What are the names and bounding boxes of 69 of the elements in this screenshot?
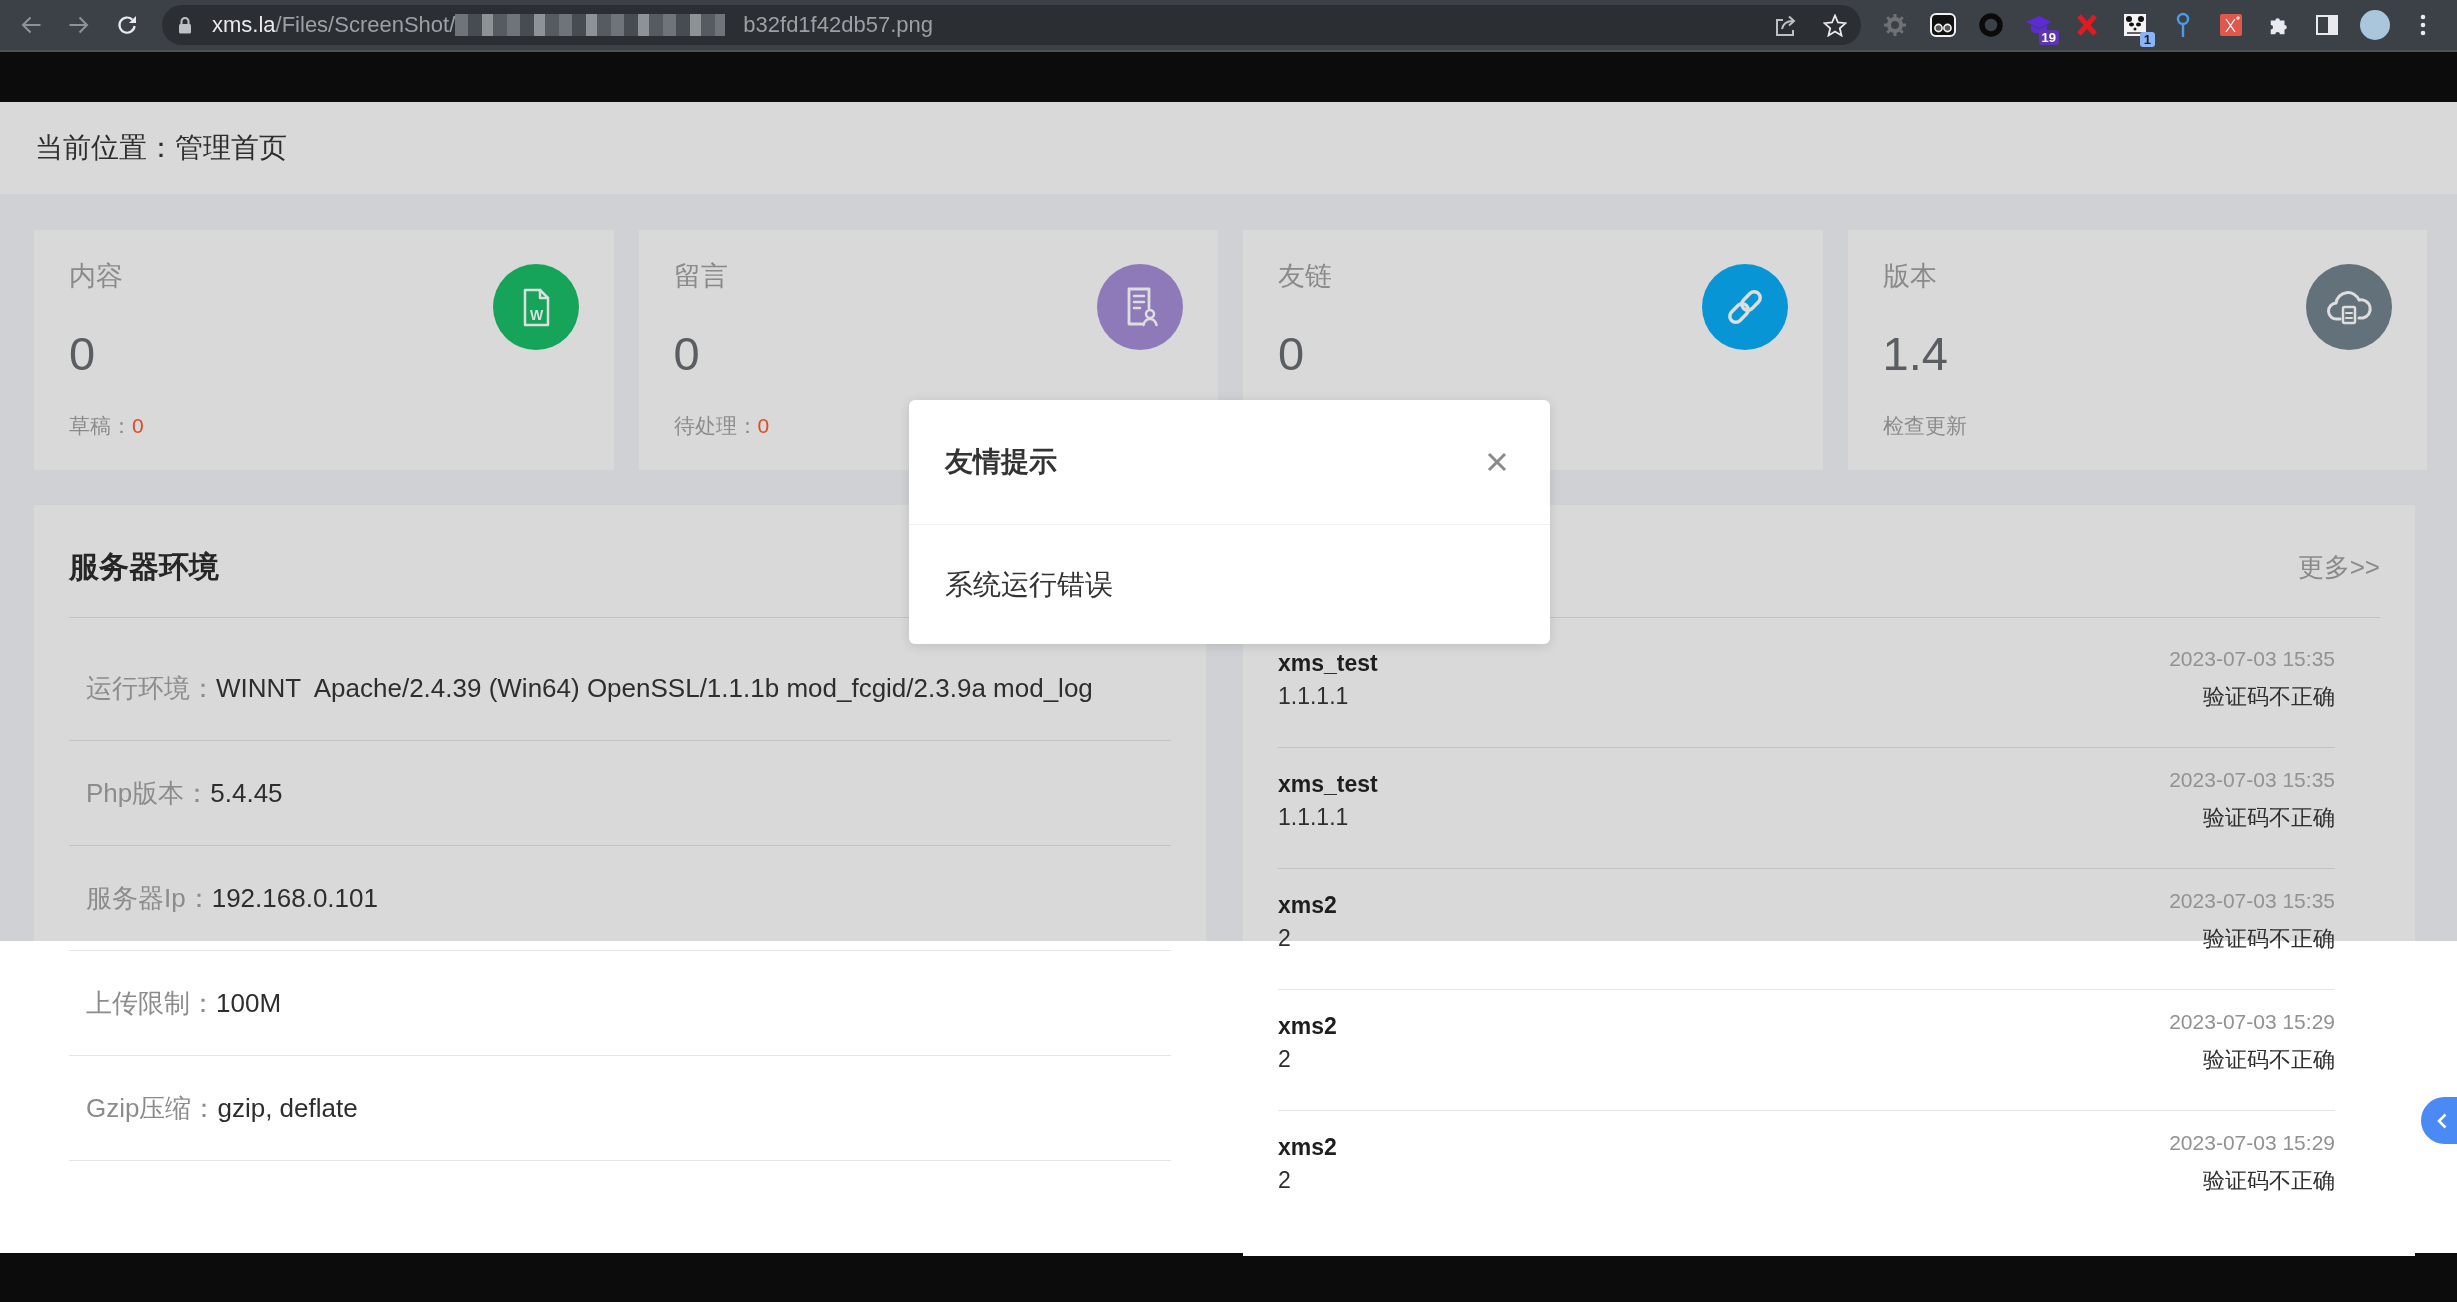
username: xms2 xyxy=(1278,1133,1337,1162)
info-value: 5.4.45 xyxy=(210,777,283,810)
reload-icon[interactable] xyxy=(117,15,137,35)
username: xms_test xyxy=(1278,770,1378,799)
username: xms2 xyxy=(1278,891,1337,920)
address-bar[interactable]: xms.la/Files/ScreenShot/ b32fd1f42db57.png xyxy=(162,5,1861,45)
ip-address: 1.1.1.1 xyxy=(1278,682,1349,711)
log-message: 验证码不正确 xyxy=(2203,1046,2335,1074)
log-time: 2023-07-03 15:29 xyxy=(2169,1009,2335,1035)
chevron-left-icon xyxy=(2437,1112,2447,1129)
info-value: gzip, deflate xyxy=(217,1092,358,1125)
document-icon: W xyxy=(492,264,579,350)
close-icon[interactable] xyxy=(1487,452,1507,472)
dialog-title: 友情提示 xyxy=(945,445,1057,479)
info-label: 运行环境： xyxy=(86,672,216,705)
stat-title: 内容 xyxy=(69,260,123,293)
log-message: 验证码不正确 xyxy=(2203,683,2335,711)
log-message: 验证码不正确 xyxy=(2203,1167,2335,1195)
log-time: 2023-07-03 15:29 xyxy=(2169,1130,2335,1156)
stat-title: 友链 xyxy=(1278,260,1332,293)
stat-number: 0 xyxy=(673,326,700,382)
breadcrumb-text: 当前位置：管理首页 xyxy=(35,131,287,165)
stat-number: 1.4 xyxy=(1882,326,1948,382)
lock-icon xyxy=(178,16,192,34)
footer-count: 0 xyxy=(132,413,144,439)
log-time: 2023-07-03 15:35 xyxy=(2169,646,2335,672)
stat-number: 0 xyxy=(69,326,96,382)
bookmark-star-icon[interactable] xyxy=(1823,13,1847,37)
extension-badge: 1 xyxy=(2139,32,2155,47)
stat-title: 版本 xyxy=(1882,260,1937,293)
side-panel-icon[interactable] xyxy=(2316,15,2338,35)
extension-badge: 19 xyxy=(2038,30,2059,45)
footer-count: 0 xyxy=(757,413,770,439)
info-value: 100M xyxy=(216,987,282,1020)
log-message: 验证码不正确 xyxy=(2203,925,2335,953)
more-menu-icon[interactable] xyxy=(2420,14,2426,36)
footer-label: 草稿： xyxy=(69,413,132,439)
crossed-box-icon[interactable] xyxy=(2219,13,2243,37)
info-label: Gzip压缩： xyxy=(86,1092,218,1125)
footer-label: 待处理： xyxy=(673,413,758,439)
stat-number: 0 xyxy=(1278,326,1305,382)
avatar-icon[interactable] xyxy=(2360,10,2390,40)
panda-icon[interactable] xyxy=(2123,13,2147,37)
info-value: WINNT Apache/2.4.39 (Win64) OpenSSL/1.1.1b mod_fcgid/2.3.9a mod_log xyxy=(216,672,1093,705)
ip-address: 2 xyxy=(1278,1166,1291,1195)
glasses-icon[interactable] xyxy=(1930,13,1956,37)
log-time: 2023-07-03 15:35 xyxy=(2169,767,2335,793)
share-icon[interactable] xyxy=(1774,14,1798,36)
username: xms_test xyxy=(1278,649,1378,678)
stat-title: 留言 xyxy=(673,260,728,293)
url-text: xms.la/Files/ScreenShot/ xyxy=(212,11,456,39)
log-message: 验证码不正确 xyxy=(2203,804,2335,832)
info-label: 上传限制： xyxy=(86,987,216,1020)
ip-address: 1.1.1.1 xyxy=(1278,803,1349,832)
info-label: Php版本： xyxy=(86,777,211,810)
forward-icon[interactable] xyxy=(69,16,89,34)
dialog-message: 系统运行错误 xyxy=(945,567,1113,602)
pin-icon[interactable] xyxy=(2175,12,2191,38)
info-value: 192.168.0.101 xyxy=(211,882,378,915)
username: xms2 xyxy=(1278,1012,1337,1041)
check-update-link[interactable]: 检查更新 xyxy=(1882,411,1967,441)
ip-address: 2 xyxy=(1278,924,1291,953)
panel-title: 服务器环境 xyxy=(69,549,219,585)
info-label: 服务器Ip： xyxy=(86,882,212,915)
url-text: b32fd1f42db57.png xyxy=(743,11,933,39)
log-time: 2023-07-03 15:35 xyxy=(2169,888,2335,914)
ip-address: 2 xyxy=(1278,1045,1291,1074)
more-link[interactable]: 更多>> xyxy=(2297,545,2380,589)
back-icon[interactable] xyxy=(21,16,41,34)
